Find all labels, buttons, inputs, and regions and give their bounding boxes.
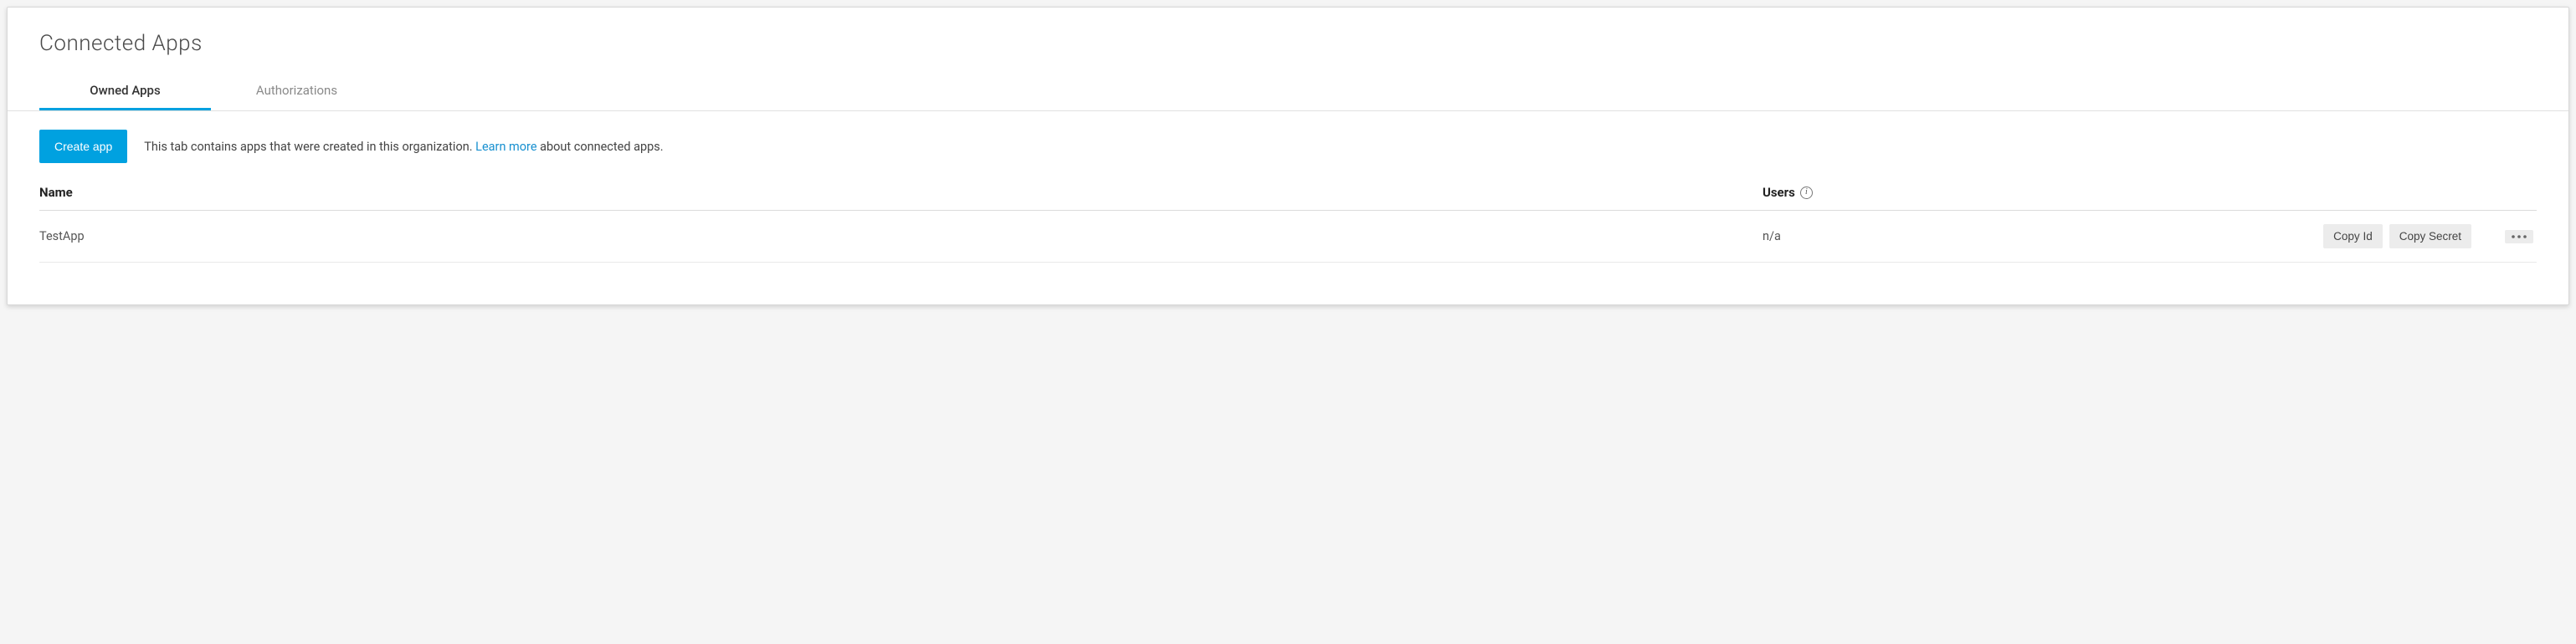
learn-more-link[interactable]: Learn more <box>475 140 536 154</box>
table-header: Name Users i <box>39 185 2537 211</box>
toolbar: Create app This tab contains apps that w… <box>8 111 2568 185</box>
more-actions-button[interactable] <box>2505 230 2533 243</box>
apps-table: Name Users i TestApp n/a Copy Id Copy Se… <box>8 185 2568 263</box>
tab-authorizations[interactable]: Authorizations <box>211 74 382 110</box>
tab-label: Owned Apps <box>90 83 160 98</box>
tabs: Owned Apps Authorizations <box>8 74 2568 111</box>
connected-apps-panel: Connected Apps Owned Apps Authorizations… <box>7 7 2569 305</box>
app-name-cell: TestApp <box>39 229 1763 243</box>
table-row: TestApp n/a Copy Id Copy Secret <box>39 211 2537 263</box>
column-header-name: Name <box>39 185 1763 200</box>
more-icon <box>2512 235 2527 238</box>
column-header-users-label: Users <box>1763 185 1795 200</box>
column-header-users: Users i <box>1763 185 2112 200</box>
page-title: Connected Apps <box>8 8 2568 74</box>
desc-suffix: about connected apps. <box>537 140 664 154</box>
app-users-cell: n/a <box>1763 229 2112 243</box>
copy-id-button[interactable]: Copy Id <box>2323 224 2383 248</box>
tab-owned-apps[interactable]: Owned Apps <box>39 74 211 110</box>
copy-secret-button[interactable]: Copy Secret <box>2389 224 2471 248</box>
app-actions-cell: Copy Id Copy Secret <box>2112 224 2537 248</box>
tab-label: Authorizations <box>256 83 337 98</box>
desc-prefix: This tab contains apps that were created… <box>144 140 475 154</box>
info-icon[interactable]: i <box>1800 187 1813 199</box>
create-app-button[interactable]: Create app <box>39 130 127 163</box>
toolbar-description: This tab contains apps that were created… <box>144 140 663 154</box>
